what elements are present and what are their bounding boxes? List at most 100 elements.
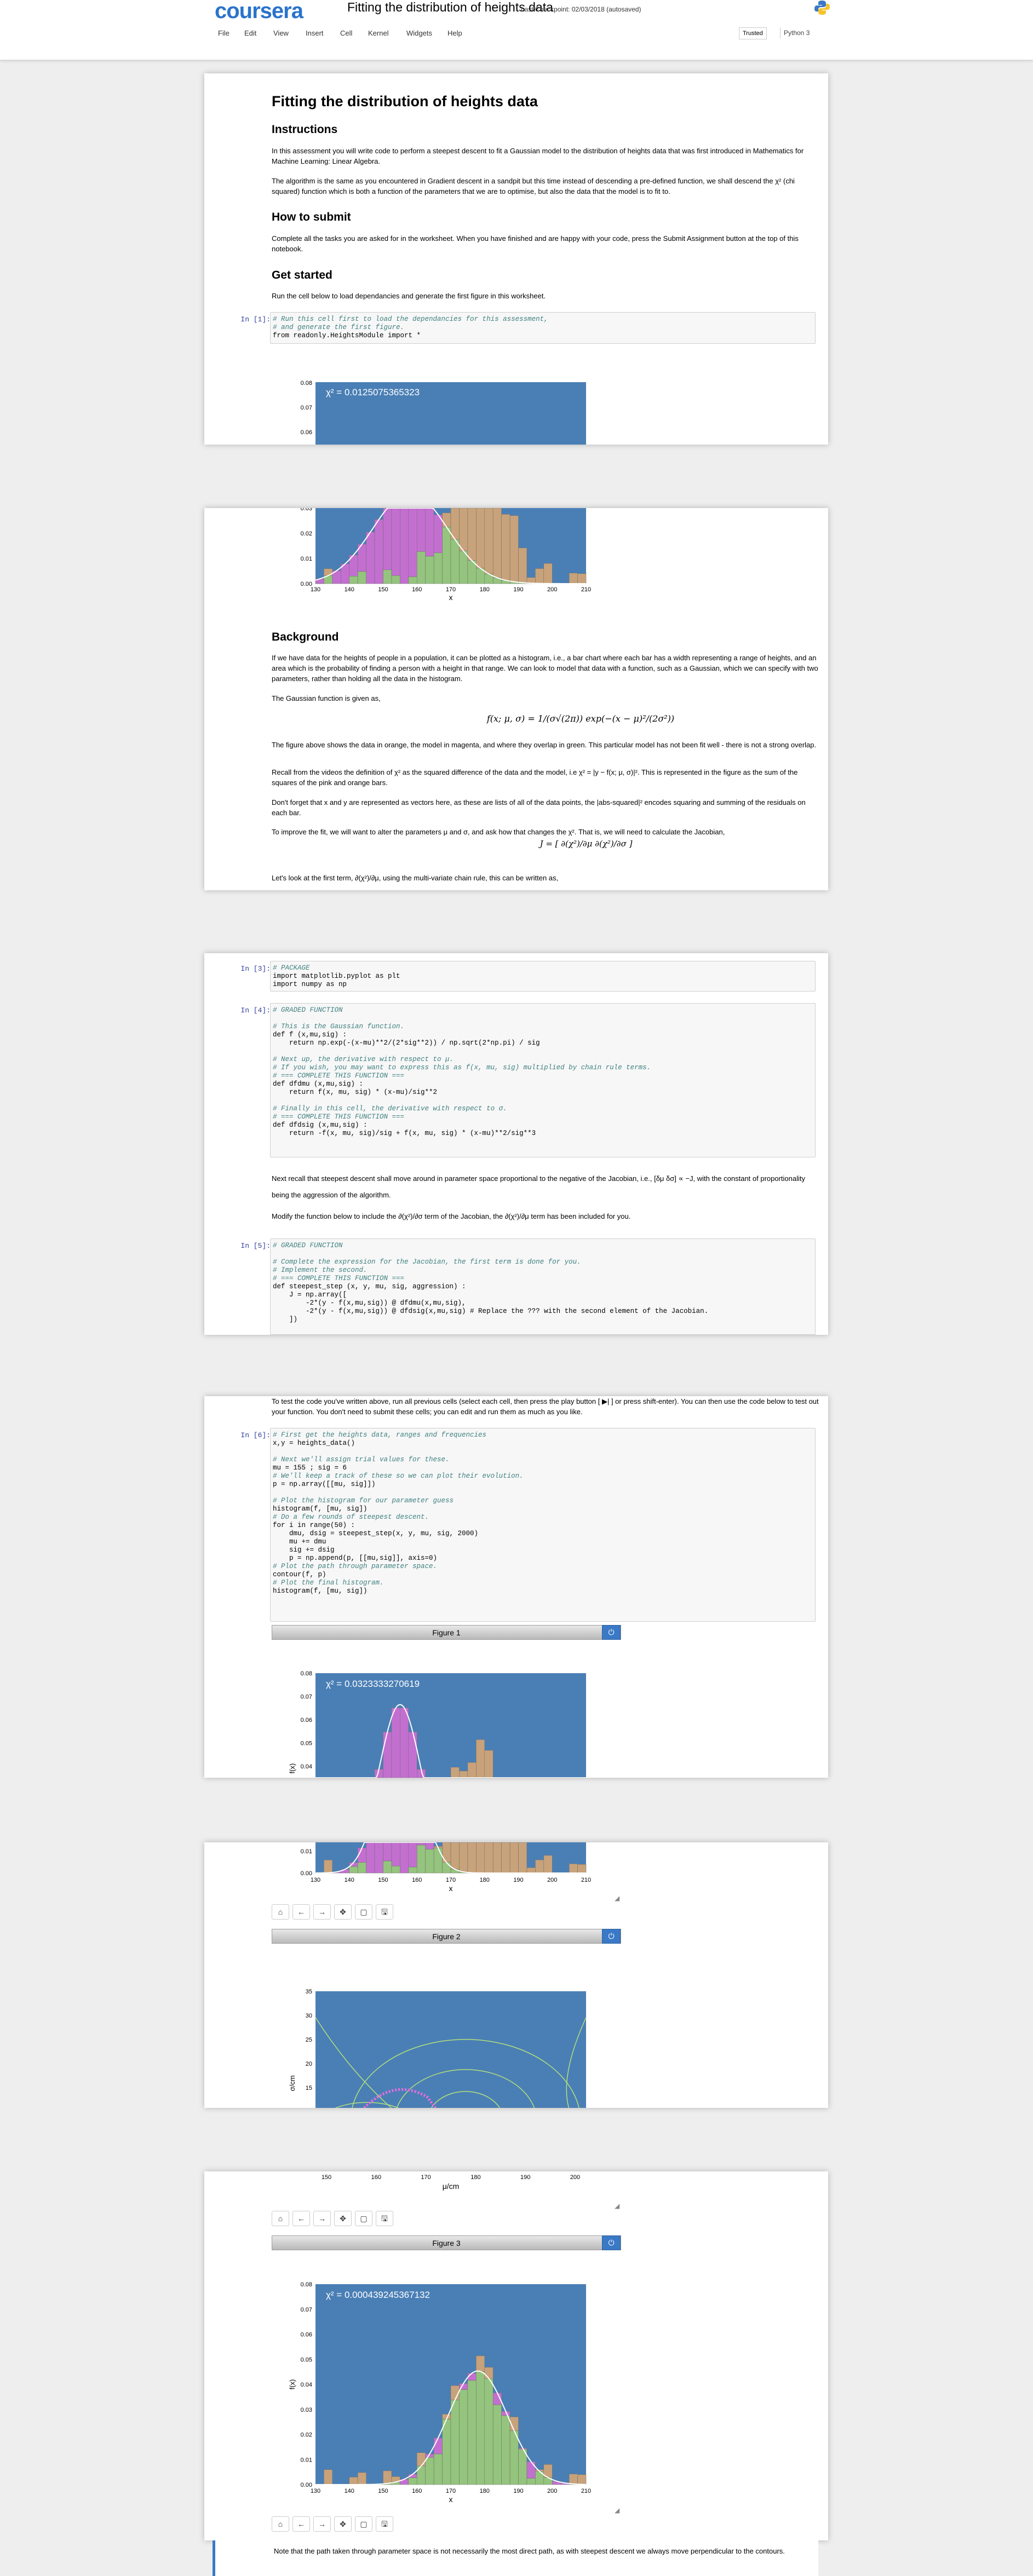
code-cell-5[interactable]: # GRADED FUNCTION # Complete the express… — [270, 1238, 816, 1335]
move-button[interactable]: ✥ — [334, 2516, 352, 2532]
tick-label: 160 — [412, 2488, 422, 2494]
tick-label: 0.03 — [301, 2407, 312, 2413]
resize-handle-icon[interactable]: ◢ — [615, 1894, 619, 1902]
data-bar — [492, 1842, 502, 1874]
overlap-bar — [391, 575, 400, 584]
background-text-3: The figure above shows the data in orang… — [272, 741, 817, 749]
back-arrow-button[interactable]: ← — [292, 1904, 310, 1920]
overlap-bar — [349, 576, 358, 584]
data-bar — [492, 508, 502, 578]
y-axis-label: f(x) — [288, 2379, 296, 2390]
tick-label: 0.05 — [301, 1740, 312, 1747]
model-bar — [374, 1842, 383, 1874]
tick-label: 20 — [306, 2061, 312, 2067]
tick-label: 160 — [412, 1877, 422, 1883]
back-arrow-button[interactable]: ← — [292, 2516, 310, 2532]
figure2-titlebar[interactable]: Figure 2 — [272, 1929, 621, 1944]
resize-handle-icon[interactable]: ◢ — [615, 2506, 619, 2514]
home-button[interactable]: ⌂ — [272, 1904, 289, 1920]
model-bar — [425, 508, 434, 557]
home-icon: ⌂ — [278, 2214, 283, 2223]
code-cell-6[interactable]: # First get the heights data, ranges and… — [270, 1428, 816, 1622]
code-line: # Plot the path through parameter space. — [273, 1563, 438, 1570]
figure3-titlebar[interactable]: Figure 3 — [272, 2235, 621, 2250]
figure1-titlebar[interactable]: Figure 1 — [272, 1625, 621, 1640]
menu-help[interactable]: Help — [447, 29, 462, 37]
tick-label: 0.01 — [301, 556, 312, 562]
tick-label: 190 — [513, 586, 523, 593]
figure2-contour-top: 35 30 25 20 15 σ/cm — [288, 1989, 587, 2108]
figure1-close-button[interactable]: ⏻ — [602, 1625, 621, 1640]
code-cell-1[interactable]: # Run this cell first to load the depend… — [270, 312, 816, 344]
back-arrow-button[interactable]: ← — [292, 2211, 310, 2226]
tick-label: 0.02 — [301, 2432, 312, 2439]
instructions-text-1: In this assessment you will write code t… — [272, 147, 804, 165]
home-button[interactable]: ⌂ — [272, 2516, 289, 2532]
figure1-chart-top: χ² = 0.0323333270619 0.08 0.07 0.06 0.05 0.04… — [288, 1670, 586, 1778]
overlap-bar — [476, 2371, 485, 2485]
gaussian-formula: f(x; μ, σ) = 1/(σ√(2π)) exp(−(x − μ)²/(2… — [486, 713, 675, 724]
zoom-rect-button[interactable]: ▢ — [355, 1904, 372, 1920]
code-line: import numpy as np — [273, 981, 347, 988]
code-line: mu += dmu — [273, 1538, 326, 1546]
figure2-contour-bottom: 150 160 170 180 190 200 μ/cm — [322, 2174, 580, 2191]
heading-background: Background — [272, 631, 339, 643]
forward-arrow-button[interactable]: → — [313, 2516, 331, 2532]
code-line: # Do a few rounds of steepest descent. — [273, 1513, 429, 1521]
zoom-rect-icon: ▢ — [360, 1907, 368, 1916]
code-line: # Plot the histogram for our parameter g… — [273, 1497, 454, 1505]
home-button[interactable]: ⌂ — [272, 2211, 289, 2226]
menu-widgets[interactable]: Widgets — [406, 29, 432, 37]
background-text-7: Let's look at the first term, ∂(χ²)/∂μ, … — [272, 874, 559, 882]
menu-cell[interactable]: Cell — [340, 29, 352, 37]
zoom-rect-button[interactable]: ▢ — [355, 2211, 372, 2226]
save-button[interactable]: 🖫 — [376, 1904, 393, 1920]
forward-arrow-button[interactable]: → — [313, 1904, 331, 1920]
tick-label: 30 — [306, 2013, 312, 2019]
background-text-6: To improve the fit, we will want to alte… — [272, 828, 725, 836]
python-logo-icon — [814, 1, 830, 15]
code-line: return -f(x, mu, sig)/sig + f(x, mu, sig… — [273, 1129, 536, 1137]
save-icon: 🖫 — [381, 1907, 388, 1916]
save-button[interactable]: 🖫 — [376, 2211, 393, 2226]
tick-label: 140 — [345, 1877, 354, 1883]
data-bar — [509, 515, 519, 582]
figure2-close-button[interactable]: ⏻ — [602, 1929, 621, 1944]
chart1-top: χ² = 0.0125075365323 0.08 0.07 0.06 — [301, 380, 586, 445]
data-bar — [450, 1842, 460, 1870]
save-icon: 🖫 — [381, 2214, 388, 2223]
data-bar — [467, 508, 477, 561]
menu-kernel[interactable]: Kernel — [368, 29, 389, 37]
figure3-histogram: χ² = 0.000439245367132 0.08 0.07 0.06 0.05 0.… — [288, 2281, 591, 2504]
data-bar — [324, 1859, 333, 1873]
code-cell-3[interactable]: # PACKAGE import matplotlib.pyplot as pl… — [270, 961, 816, 992]
data-bar — [543, 1855, 553, 1874]
zoom-rect-button[interactable]: ▢ — [355, 2516, 372, 2532]
overlap-bar — [442, 1862, 451, 1874]
save-button[interactable]: 🖫 — [376, 2516, 393, 2532]
data-bar — [476, 1842, 485, 1874]
coursera-logo[interactable]: coursera — [215, 0, 303, 24]
menu-file[interactable]: File — [218, 29, 229, 37]
model-bar — [383, 508, 392, 570]
test-instructions-text: To test the code you've written above, r… — [272, 1397, 819, 1416]
menu-insert[interactable]: Insert — [306, 29, 324, 37]
data-bar — [577, 1864, 587, 1874]
overlap-bar — [484, 2378, 493, 2485]
code-line: contour(f, p) — [273, 1571, 326, 1578]
trusted-badge[interactable]: Trusted — [739, 27, 767, 39]
move-button[interactable]: ✥ — [334, 1904, 352, 1920]
figure3-close-button[interactable]: ⏻ — [602, 2235, 621, 2250]
tick-label: 190 — [513, 2488, 523, 2494]
menu-view[interactable]: View — [273, 29, 289, 37]
y-tick: 0.07 — [301, 405, 312, 411]
menu-edit[interactable]: Edit — [244, 29, 256, 37]
code-cell-4[interactable]: # GRADED FUNCTION # This is the Gaussian… — [270, 1003, 816, 1157]
resize-handle-icon[interactable]: ◢ — [615, 2202, 619, 2210]
cell-prompt: In [4]: — [240, 1006, 271, 1015]
move-button[interactable]: ✥ — [334, 2211, 352, 2226]
code-line: p = np.array([[mu, sig]]) — [273, 1480, 376, 1488]
overlap-bar — [349, 1866, 358, 1874]
back-arrow-icon: ← — [297, 2214, 305, 2223]
forward-arrow-button[interactable]: → — [313, 2211, 331, 2226]
